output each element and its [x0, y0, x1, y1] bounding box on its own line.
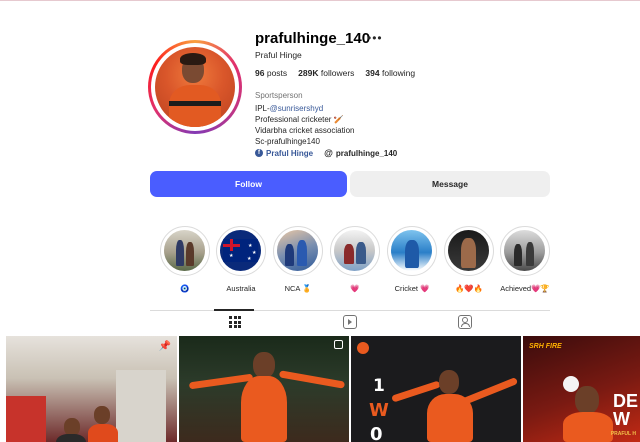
- facebook-link[interactable]: f Praful Hinge: [255, 149, 313, 158]
- more-options-icon[interactable]: •••: [367, 31, 383, 45]
- threads-link[interactable]: @ prafulhinge_140: [324, 148, 397, 158]
- posts-grid-tab-icon[interactable]: [228, 315, 242, 329]
- cricket-ball: [563, 376, 579, 392]
- highlight-item[interactable]: NCA 🏅: [273, 226, 323, 293]
- active-tab-indicator: [214, 309, 254, 311]
- highlight-label: Cricket 💗: [394, 284, 430, 293]
- australia-flag-icon: ★ ★ ★ ★: [223, 239, 258, 262]
- tagged-tab-icon[interactable]: [458, 315, 472, 329]
- profile-username: prafulhinge_140: [255, 30, 371, 47]
- posts-stat: 96 posts: [255, 68, 288, 78]
- highlight-label: 🔥❤️🔥: [454, 284, 483, 293]
- post-thumbnail[interactable]: [179, 336, 349, 442]
- highlight-item[interactable]: 🔥❤️🔥: [444, 226, 494, 293]
- reels-tab-icon[interactable]: [343, 315, 357, 329]
- highlight-label: Achieved💗🏆: [500, 284, 550, 293]
- profile-category: Sportsperson: [255, 91, 303, 100]
- highlight-item[interactable]: 🧿: [160, 226, 210, 293]
- message-button[interactable]: Message: [350, 171, 550, 197]
- profile-stats: 96 posts 289K followers 394 following: [255, 68, 415, 78]
- pinned-icon: 📌: [158, 341, 171, 352]
- post-thumbnail[interactable]: 1 W 0: [351, 336, 521, 442]
- profile-full-name: Praful Hinge: [255, 50, 302, 60]
- top-divider: [0, 0, 640, 1]
- highlight-label: 🧿: [180, 284, 190, 293]
- avatar-photo: [155, 47, 235, 127]
- follow-button[interactable]: Follow: [150, 171, 347, 197]
- facebook-icon: f: [255, 149, 263, 157]
- highlight-label: 💗: [350, 284, 360, 293]
- profile-links: f Praful Hinge @ prafulhinge_140: [255, 148, 397, 158]
- following-stat[interactable]: 394 following: [365, 68, 415, 78]
- highlight-label: Australia: [226, 284, 256, 293]
- highlight-item[interactable]: Achieved💗🏆: [500, 226, 550, 293]
- highlight-item[interactable]: Cricket 💗: [387, 226, 437, 293]
- tabs-divider: [150, 310, 550, 311]
- post-thumbnail[interactable]: 📌: [6, 336, 177, 442]
- bio-mention-link[interactable]: @sunrisershyd: [270, 104, 323, 113]
- followers-stat[interactable]: 289K followers: [298, 68, 354, 78]
- threads-icon: @: [324, 148, 333, 158]
- highlight-item[interactable]: ★ ★ ★ ★ Australia: [216, 226, 266, 293]
- highlight-item[interactable]: 💗: [330, 226, 380, 293]
- profile-bio: IPL-@sunrisershyd Professional cricketer…: [255, 104, 355, 146]
- profile-avatar[interactable]: [148, 40, 242, 134]
- multiple-photos-icon: [334, 340, 343, 349]
- post-thumbnail[interactable]: SRH FIRE DE W PRAFUL H: [523, 336, 640, 442]
- highlight-label: NCA 🏅: [284, 284, 312, 293]
